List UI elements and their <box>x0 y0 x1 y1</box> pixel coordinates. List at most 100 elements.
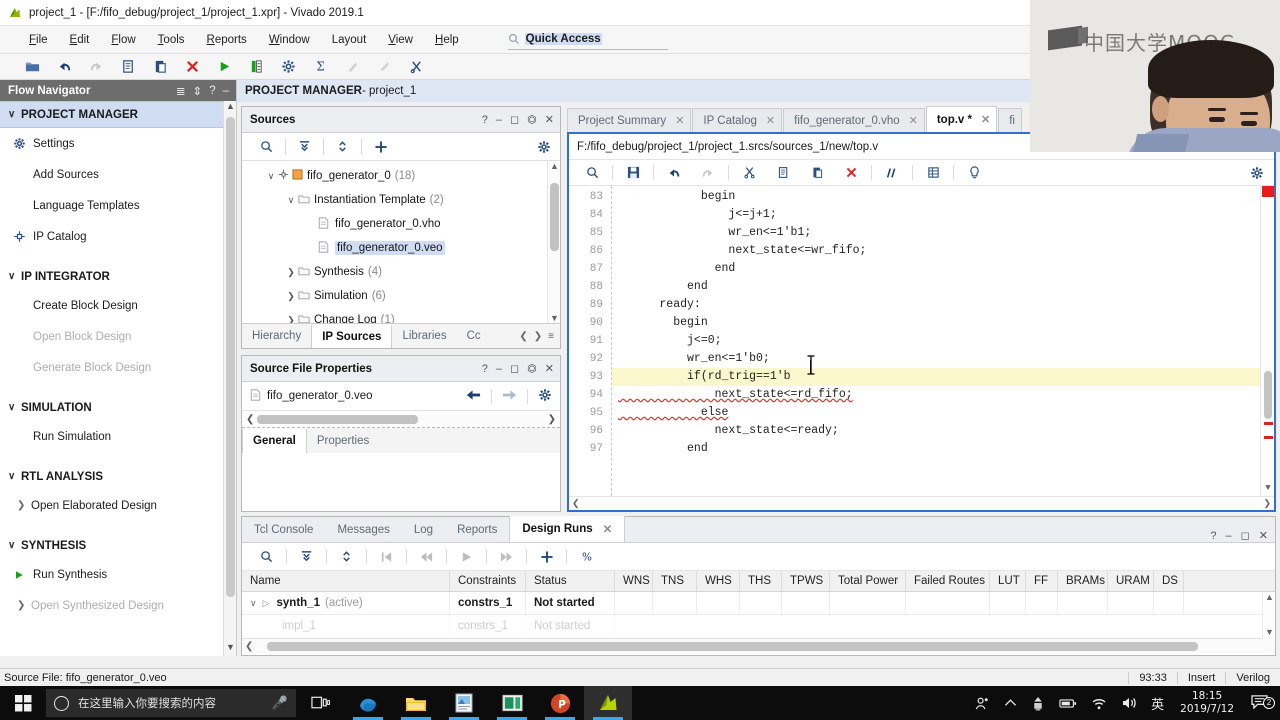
search-input[interactable]: 在这里输入你要搜索的内容 🎤 <box>46 689 296 717</box>
scrollbar-thumb[interactable] <box>266 641 1199 651</box>
menu-reports[interactable]: Reports <box>196 34 258 46</box>
sidebar-item-create-block-design[interactable]: Create Block Design <box>0 290 236 321</box>
editor-tab-ip-catalog[interactable]: IP Catalog ✕ <box>692 108 783 132</box>
tab-compile-order[interactable]: Cc <box>457 324 483 348</box>
help-icon[interactable]: ? <box>482 363 488 375</box>
tab-hierarchy[interactable]: Hierarchy <box>242 324 311 348</box>
scroll-left-icon[interactable]: ❮ <box>245 641 253 652</box>
chevron-down-icon[interactable]: ∨ <box>250 598 257 609</box>
chevron-down-icon[interactable]: ∨ <box>264 171 278 182</box>
help-icon[interactable]: ? <box>482 114 488 126</box>
vivado-icon[interactable] <box>584 686 632 720</box>
menu-flow[interactable]: Flow <box>100 34 146 46</box>
search-icon[interactable] <box>575 162 609 184</box>
sidebar-item-language-templates[interactable]: Language Templates <box>0 190 236 221</box>
minimize-icon[interactable]: – <box>223 85 229 97</box>
minimize-icon[interactable]: – <box>1226 530 1232 542</box>
menu-tools[interactable]: Tools <box>147 34 196 46</box>
ime-chinese-icon[interactable]: 英 <box>1144 694 1171 713</box>
scroll-left-icon[interactable]: ❮ <box>246 414 254 425</box>
scroll-down-icon[interactable]: ▼ <box>548 313 560 323</box>
column-header-tpws[interactable]: TPWS <box>782 571 830 591</box>
scroll-right-icon[interactable]: ❯ <box>548 414 556 425</box>
tab-design-runs[interactable]: Design Runs ✕ <box>509 516 626 542</box>
quick-access-field[interactable]: Quick Access <box>507 30 668 50</box>
clock[interactable]: 18:15 2019/7/12 <box>1171 690 1243 716</box>
bulb-icon[interactable] <box>957 162 991 184</box>
error-marker[interactable] <box>1264 422 1273 425</box>
table-row[interactable]: ∨ ▷ synth_1 (active) constrs_1 Not start… <box>242 592 1275 615</box>
app-green-icon[interactable] <box>488 686 536 720</box>
powerpoint-icon[interactable]: P <box>536 686 584 720</box>
column-header-status[interactable]: Status <box>526 571 615 591</box>
report-icon[interactable] <box>240 55 272 79</box>
sidebar-section-synthesis[interactable]: ∨ SYNTHESIS <box>0 532 236 559</box>
scrollbar-thumb[interactable] <box>1264 371 1272 419</box>
search-icon[interactable] <box>250 135 283 159</box>
copy-icon[interactable] <box>112 55 144 79</box>
column-header-brams[interactable]: BRAMs <box>1058 571 1108 591</box>
paste-icon[interactable] <box>144 55 176 79</box>
save-icon[interactable] <box>616 162 650 184</box>
sources-tree-scrollbar[interactable]: ▲ ▼ <box>547 161 560 323</box>
tabs-scroll-left-icon[interactable]: ❮ <box>519 331 527 342</box>
task-view-icon[interactable] <box>296 686 344 720</box>
tree-item-simulation[interactable]: ❯ Simulation (6) <box>242 284 560 308</box>
column-header-failed-routes[interactable]: Failed Routes <box>906 571 990 591</box>
tab-properties[interactable]: Properties <box>307 428 379 453</box>
editor-vertical-scrollbar[interactable]: ▲ ▼ <box>1260 186 1274 496</box>
close-icon[interactable]: ✕ <box>675 114 684 127</box>
sidebar-item-add-sources[interactable]: Add Sources <box>0 159 236 190</box>
settings-gear-icon[interactable] <box>272 55 304 79</box>
column-header-constraints[interactable]: Constraints <box>450 571 526 591</box>
collapse-all-icon[interactable] <box>290 546 323 568</box>
menu-window[interactable]: Window <box>258 34 321 46</box>
column-header-ds[interactable]: DS <box>1154 571 1184 591</box>
scroll-up-icon[interactable]: ▲ <box>548 161 560 171</box>
close-icon[interactable]: ✕ <box>603 522 613 536</box>
search-icon[interactable] <box>250 546 283 568</box>
column-header-ff[interactable]: FF <box>1026 571 1058 591</box>
column-header-whs[interactable]: WHS <box>697 571 740 591</box>
people-icon[interactable] <box>968 696 997 711</box>
back-arrow-icon[interactable] <box>466 389 481 404</box>
tab-reports[interactable]: Reports <box>445 518 509 542</box>
scroll-right-icon[interactable]: ❯ <box>1263 498 1271 509</box>
chevron-right-icon[interactable]: ❯ <box>284 291 298 302</box>
table-vertical-scrollbar[interactable]: ▲ ▼ <box>1262 592 1275 640</box>
help-icon[interactable]: ? <box>1210 530 1216 542</box>
undo-icon[interactable] <box>48 55 80 79</box>
windows-start-icon[interactable] <box>0 686 46 720</box>
sfp-horizontal-scrollbar[interactable]: ❮ ❯ <box>242 410 560 428</box>
microphone-icon[interactable]: 🎤 <box>272 695 288 711</box>
sidebar-item-run-synthesis[interactable]: Run Synthesis <box>0 559 236 590</box>
code-lines[interactable]: begin j<=j+1; wr_en<=1'b1; next_state<=w… <box>612 186 1260 496</box>
delete-icon[interactable] <box>834 162 868 184</box>
scrollbar-thumb[interactable] <box>226 117 235 597</box>
sum-sigma-icon[interactable]: Σ <box>304 55 336 79</box>
scroll-down-icon[interactable]: ▼ <box>224 642 236 656</box>
menu-layout[interactable]: Layout <box>321 34 378 46</box>
flow-navigator-scrollbar[interactable]: ▲ ▼ <box>223 101 236 656</box>
percent-icon[interactable]: % <box>570 546 603 568</box>
close-icon[interactable]: ✕ <box>1259 529 1268 542</box>
sidebar-item-ip-catalog[interactable]: IP Catalog <box>0 221 236 252</box>
close-icon[interactable]: ✕ <box>909 114 918 127</box>
document-viewer-icon[interactable] <box>440 686 488 720</box>
collapse-all-icon[interactable]: ≣ <box>176 84 186 98</box>
close-icon[interactable]: ✕ <box>545 113 554 126</box>
float-icon[interactable]: ⏣ <box>527 113 537 126</box>
column-header-lut[interactable]: LUT <box>990 571 1026 591</box>
maximize-icon[interactable]: ◻ <box>510 113 519 126</box>
column-header-wns[interactable]: WNS <box>615 571 653 591</box>
error-indicator[interactable] <box>1262 186 1274 197</box>
tree-item-fifo-generator-0[interactable]: ∨ fifo_generator_0 (18) <box>242 164 560 188</box>
scrollbar-thumb[interactable] <box>257 414 419 424</box>
notification-center-icon[interactable]: 2 <box>1243 694 1280 712</box>
chevron-right-icon[interactable]: ❯ <box>284 315 298 324</box>
cell-name[interactable]: ∨ ▷ synth_1 (active) <box>242 592 450 614</box>
table-icon[interactable] <box>916 162 950 184</box>
undo-icon[interactable] <box>657 162 691 184</box>
gear-icon[interactable] <box>1240 162 1274 184</box>
tree-item-fifo-generator-0-veo[interactable]: fifo_generator_0.veo <box>242 236 560 260</box>
